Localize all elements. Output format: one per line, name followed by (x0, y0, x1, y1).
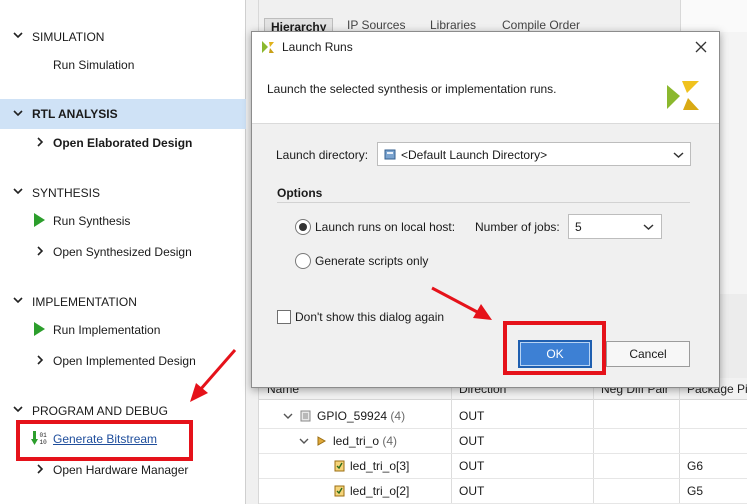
section-synthesis[interactable]: SYNTHESIS (0, 182, 246, 204)
nav-item-label: Open Elaborated Design (53, 136, 193, 150)
nav-item-label: Generate Bitstream (53, 432, 158, 446)
ok-button[interactable]: OK (518, 340, 592, 368)
vivado-logo-icon (667, 81, 699, 110)
vivado-logo-icon (262, 41, 274, 53)
nav-item-label: Run Synthesis (53, 214, 131, 228)
nav-item-run-simulation[interactable]: Run Simulation (0, 55, 246, 75)
chevron-down-icon[interactable] (13, 186, 23, 196)
nav-item-label: Open Implemented Design (53, 354, 196, 368)
jobs-label: Number of jobs: (475, 220, 560, 234)
nav-item-generate-bitstream[interactable]: 01 10 Generate Bitstream (0, 429, 246, 449)
launch-runs-dialog: Launch Runs Launch the selected synthesi… (251, 31, 720, 388)
chevron-right-icon (37, 246, 44, 256)
section-program-and-debug[interactable]: PROGRAM AND DEBUG (0, 400, 246, 422)
table-row[interactable]: GPIO_59924 (4) OUT (259, 404, 747, 429)
row-name: led_tri_o (333, 434, 380, 448)
properties-panel-header (680, 0, 747, 32)
jobs-value: 5 (575, 220, 582, 234)
section-title: SIMULATION (32, 30, 105, 44)
row-package-pin[interactable]: G5 (687, 484, 703, 498)
row-name: led_tri_o[3] (350, 459, 410, 473)
cancel-button[interactable]: Cancel (606, 341, 690, 367)
checked-port-icon (334, 460, 345, 472)
chevron-down-icon[interactable] (643, 223, 654, 231)
run-icon (34, 322, 45, 336)
row-package-pin[interactable]: G6 (687, 459, 703, 473)
nav-item-label: Open Synthesized Design (53, 245, 192, 259)
section-rtl-analysis[interactable]: RTL ANALYSIS (0, 99, 246, 129)
chevron-down-icon[interactable] (13, 404, 23, 414)
scripts-only-label[interactable]: Generate scripts only (315, 254, 428, 268)
close-icon[interactable] (692, 38, 710, 56)
svg-text:01: 01 (40, 432, 48, 439)
flow-navigator: SIMULATION Run Simulation RTL ANALYSIS O… (0, 0, 246, 504)
chevron-down-icon[interactable] (13, 295, 23, 305)
bus-port-icon (317, 436, 327, 446)
section-title: IMPLEMENTATION (32, 295, 137, 309)
svg-text:10: 10 (40, 439, 48, 446)
nav-item-label: Run Implementation (53, 323, 161, 337)
row-count: (4) (390, 409, 406, 423)
row-count: (4) (382, 434, 398, 448)
table-row[interactable]: led_tri_o[2] OUT G5 (259, 479, 747, 504)
section-implementation[interactable]: IMPLEMENTATION (0, 291, 246, 313)
chevron-right-icon (37, 464, 44, 474)
nav-item-open-hardware-manager[interactable]: Open Hardware Manager (0, 460, 246, 480)
chevron-down-icon[interactable] (283, 412, 293, 420)
chevron-down-icon[interactable] (13, 108, 23, 118)
chevron-down-icon[interactable] (13, 30, 23, 40)
dont-show-checkbox[interactable] (277, 310, 291, 324)
nav-item-run-synthesis[interactable]: Run Synthesis (0, 211, 246, 231)
chevron-right-icon (37, 137, 44, 147)
dialog-description: Launch the selected synthesis or impleme… (267, 82, 557, 96)
dialog-header: Launch the selected synthesis or impleme… (252, 62, 719, 124)
options-title: Options (277, 186, 323, 200)
row-name: GPIO_59924 (317, 409, 388, 423)
chevron-down-icon[interactable] (299, 437, 309, 445)
nav-item-label: Open Hardware Manager (53, 463, 189, 477)
section-title: PROGRAM AND DEBUG (32, 404, 169, 418)
io-ports-table: Name Direction Neg Diff Pair Package Pi … (258, 378, 747, 504)
row-direction: OUT (459, 434, 485, 448)
dialog-title: Launch Runs (282, 40, 353, 54)
launch-directory-select[interactable]: <Default Launch Directory> (377, 142, 691, 166)
chevron-down-icon[interactable] (673, 151, 684, 159)
table-row[interactable]: led_tri_o[3] OUT G6 (259, 454, 747, 479)
row-direction: OUT (459, 409, 485, 423)
nav-item-open-implemented-design[interactable]: Open Implemented Design (0, 351, 246, 371)
sources-panel-header: Hierarchy IP Sources Libraries Compile O… (258, 0, 680, 34)
dont-show-label[interactable]: Don't show this dialog again (295, 310, 444, 324)
run-icon (34, 213, 45, 227)
section-title: SYNTHESIS (32, 186, 101, 200)
nav-item-open-elaborated-design[interactable]: Open Elaborated Design (0, 133, 246, 153)
nav-item-run-implementation[interactable]: Run Implementation (0, 320, 246, 340)
nav-item-open-synthesized-design[interactable]: Open Synthesized Design (0, 242, 246, 262)
bitstream-icon: 01 10 (31, 431, 48, 446)
jobs-select[interactable]: 5 (568, 214, 662, 239)
table-row[interactable]: led_tri_o (4) OUT (259, 429, 747, 454)
nav-item-label: Run Simulation (53, 58, 135, 72)
local-host-label[interactable]: Launch runs on local host: (315, 220, 455, 234)
directory-icon (384, 149, 396, 160)
row-direction: OUT (459, 484, 485, 498)
launch-directory-value: <Default Launch Directory> (401, 148, 548, 162)
scripts-only-radio[interactable] (295, 253, 311, 269)
section-simulation[interactable]: SIMULATION (0, 26, 246, 48)
port-group-icon (300, 410, 311, 422)
local-host-radio[interactable] (295, 219, 311, 235)
row-direction: OUT (459, 459, 485, 473)
checked-port-icon (334, 485, 345, 497)
dialog-titlebar[interactable]: Launch Runs (252, 32, 719, 62)
section-title: RTL ANALYSIS (32, 107, 118, 121)
row-name: led_tri_o[2] (350, 484, 410, 498)
launch-directory-label: Launch directory: (276, 148, 369, 162)
chevron-right-icon (37, 355, 44, 365)
